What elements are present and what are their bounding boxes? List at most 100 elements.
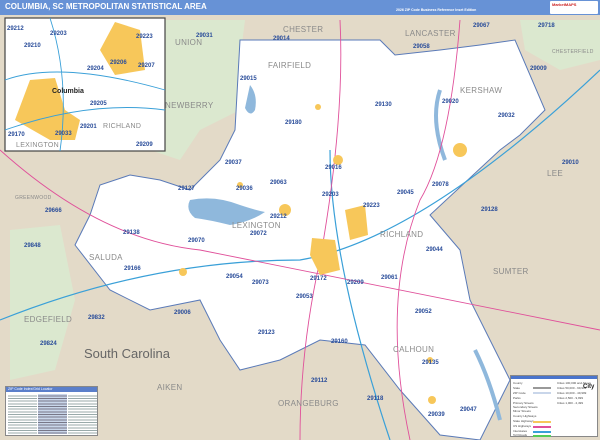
- county-label: RICHLAND: [380, 230, 423, 239]
- legend-swatch: [533, 392, 551, 394]
- inset-zip-label: 29203: [50, 31, 67, 37]
- zip-label: 29223: [363, 203, 380, 209]
- legend-city-class: Cities 50,000 - 99,999: [557, 386, 587, 390]
- zip-label: 29135: [422, 360, 439, 366]
- zip-label: 29052: [415, 309, 432, 315]
- zip-label: 29824: [40, 341, 57, 347]
- inset-county-label: LEXINGTON: [16, 142, 59, 149]
- legend-item: US Highways: [513, 424, 532, 428]
- zip-label: 29045: [397, 190, 414, 196]
- zip-label: 29078: [432, 182, 449, 188]
- zip-label: 29015: [240, 76, 257, 82]
- county-label: CHESTERFIELD: [552, 49, 594, 55]
- county-label: KERSHAW: [460, 86, 502, 95]
- inset-zip-label: 29212: [7, 26, 24, 32]
- county-label: NEWBERRY: [165, 101, 214, 110]
- legend-item: ZIP Code: [513, 391, 526, 395]
- legend-item: Minor Streets: [513, 409, 531, 413]
- zip-label: 29832: [88, 315, 105, 321]
- legend-item: State: [513, 386, 521, 390]
- edition-label: 2026 ZIP Code Business Reference Inset E…: [396, 8, 477, 12]
- zip-label: 29037: [225, 160, 242, 166]
- zip-label: 29032: [498, 113, 515, 119]
- zip-label: 29160: [331, 339, 348, 345]
- zip-label: 29010: [562, 160, 579, 166]
- zip-label: 29118: [367, 396, 384, 402]
- zip-label: 29172: [310, 276, 327, 282]
- zip-index-grid-locator: ZIP Code Index/Grid Locator: [5, 386, 98, 436]
- legend-city-sample: City: [583, 384, 595, 390]
- inset-zip-label: 29223: [136, 34, 153, 40]
- inset-zip-label: 29201: [80, 124, 97, 130]
- legend-swatch: [533, 435, 551, 437]
- inset-zip-label: 29206: [110, 60, 127, 66]
- county-label: UNION: [175, 38, 202, 47]
- zip-label: 29130: [375, 102, 392, 108]
- zip-label: 29053: [296, 294, 313, 300]
- zip-label: 29127: [178, 186, 195, 192]
- county-label: ORANGEBURG: [278, 399, 339, 408]
- zip-label: 29128: [481, 207, 498, 213]
- county-label: LEE: [547, 169, 563, 178]
- zip-label: 29063: [270, 180, 287, 186]
- legend-city-class: Cities 1,000 - 2,499: [557, 401, 584, 405]
- zip-label: 29123: [258, 330, 275, 336]
- zip-label: 29718: [538, 23, 555, 29]
- zip-label: 29166: [124, 266, 141, 272]
- legend-swatch: [533, 426, 551, 428]
- columbia-inset[interactable]: 29212 29203 29210 29223 29204 29206 2920…: [4, 17, 166, 152]
- zip-label: 29054: [226, 274, 243, 280]
- legend-title-bar: [511, 376, 597, 379]
- zip-label: 29039: [428, 412, 445, 418]
- inset-zip-label: 29205: [90, 101, 107, 107]
- county-label: FAIRFIELD: [268, 61, 311, 70]
- legend-item: County Highways: [513, 414, 537, 418]
- legend-swatch: [533, 431, 551, 433]
- zip-label: 29072: [250, 231, 267, 237]
- legend-item: State Highways: [513, 419, 534, 423]
- county-label: AIKEN: [157, 383, 183, 392]
- zip-label: 29020: [442, 99, 459, 105]
- inset-zip-label: 29209: [136, 142, 153, 148]
- zip-label: 29138: [123, 230, 140, 236]
- inset-zip-label: 29204: [87, 66, 104, 72]
- zip-label: 29044: [426, 247, 443, 253]
- county-label: SALUDA: [89, 253, 123, 262]
- inset-zip-label: 29210: [24, 43, 41, 49]
- index-column: [68, 394, 97, 434]
- legend-item: Parks: [513, 396, 521, 400]
- county-label: GREENWOOD: [15, 195, 52, 201]
- legend-item: Toll Roads: [513, 433, 528, 437]
- legend-swatch: [533, 387, 551, 389]
- zip-label: 29203: [322, 192, 339, 198]
- county-label: CHESTER: [283, 25, 323, 34]
- zip-label: 29016: [325, 165, 342, 171]
- zip-label: 29031: [196, 33, 213, 39]
- zip-label: 29073: [252, 280, 269, 286]
- county-label: LANCASTER: [405, 29, 456, 38]
- legend-item: County: [513, 381, 523, 385]
- legend-city-class: Cities 2,500 - 9,999: [557, 396, 584, 400]
- index-column: [8, 394, 37, 434]
- county-label: SUMTER: [493, 267, 529, 276]
- map-title: COLUMBIA, SC METROPOLITAN STATISTICAL AR…: [5, 2, 207, 11]
- zip-label: 29180: [285, 120, 302, 126]
- zip-label: 29061: [381, 275, 398, 281]
- county-label: LEXINGTON: [232, 221, 281, 230]
- publisher-logo: MarketMAPS: [550, 1, 598, 14]
- zip-label: 29009: [530, 66, 547, 72]
- zip-label: 29070: [188, 238, 205, 244]
- inset-zip-label: 29207: [138, 63, 155, 69]
- county-label: CALHOUN: [393, 345, 434, 354]
- index-title: ZIP Code Index/Grid Locator: [6, 387, 97, 392]
- legend-city-class: Cities 10,000 - 49,999: [557, 391, 587, 395]
- zip-label: 29014: [273, 36, 290, 42]
- zip-label: 29036: [236, 186, 253, 192]
- zip-label: 29006: [174, 310, 191, 316]
- index-column: [38, 394, 67, 434]
- zip-label: 29047: [460, 407, 477, 413]
- map-legend: County State ZIP Code Parks Primary Stre…: [510, 375, 598, 437]
- zip-label: 29848: [24, 243, 41, 249]
- inset-zip-label: 29033: [55, 131, 72, 137]
- zip-label: 29209: [347, 280, 364, 286]
